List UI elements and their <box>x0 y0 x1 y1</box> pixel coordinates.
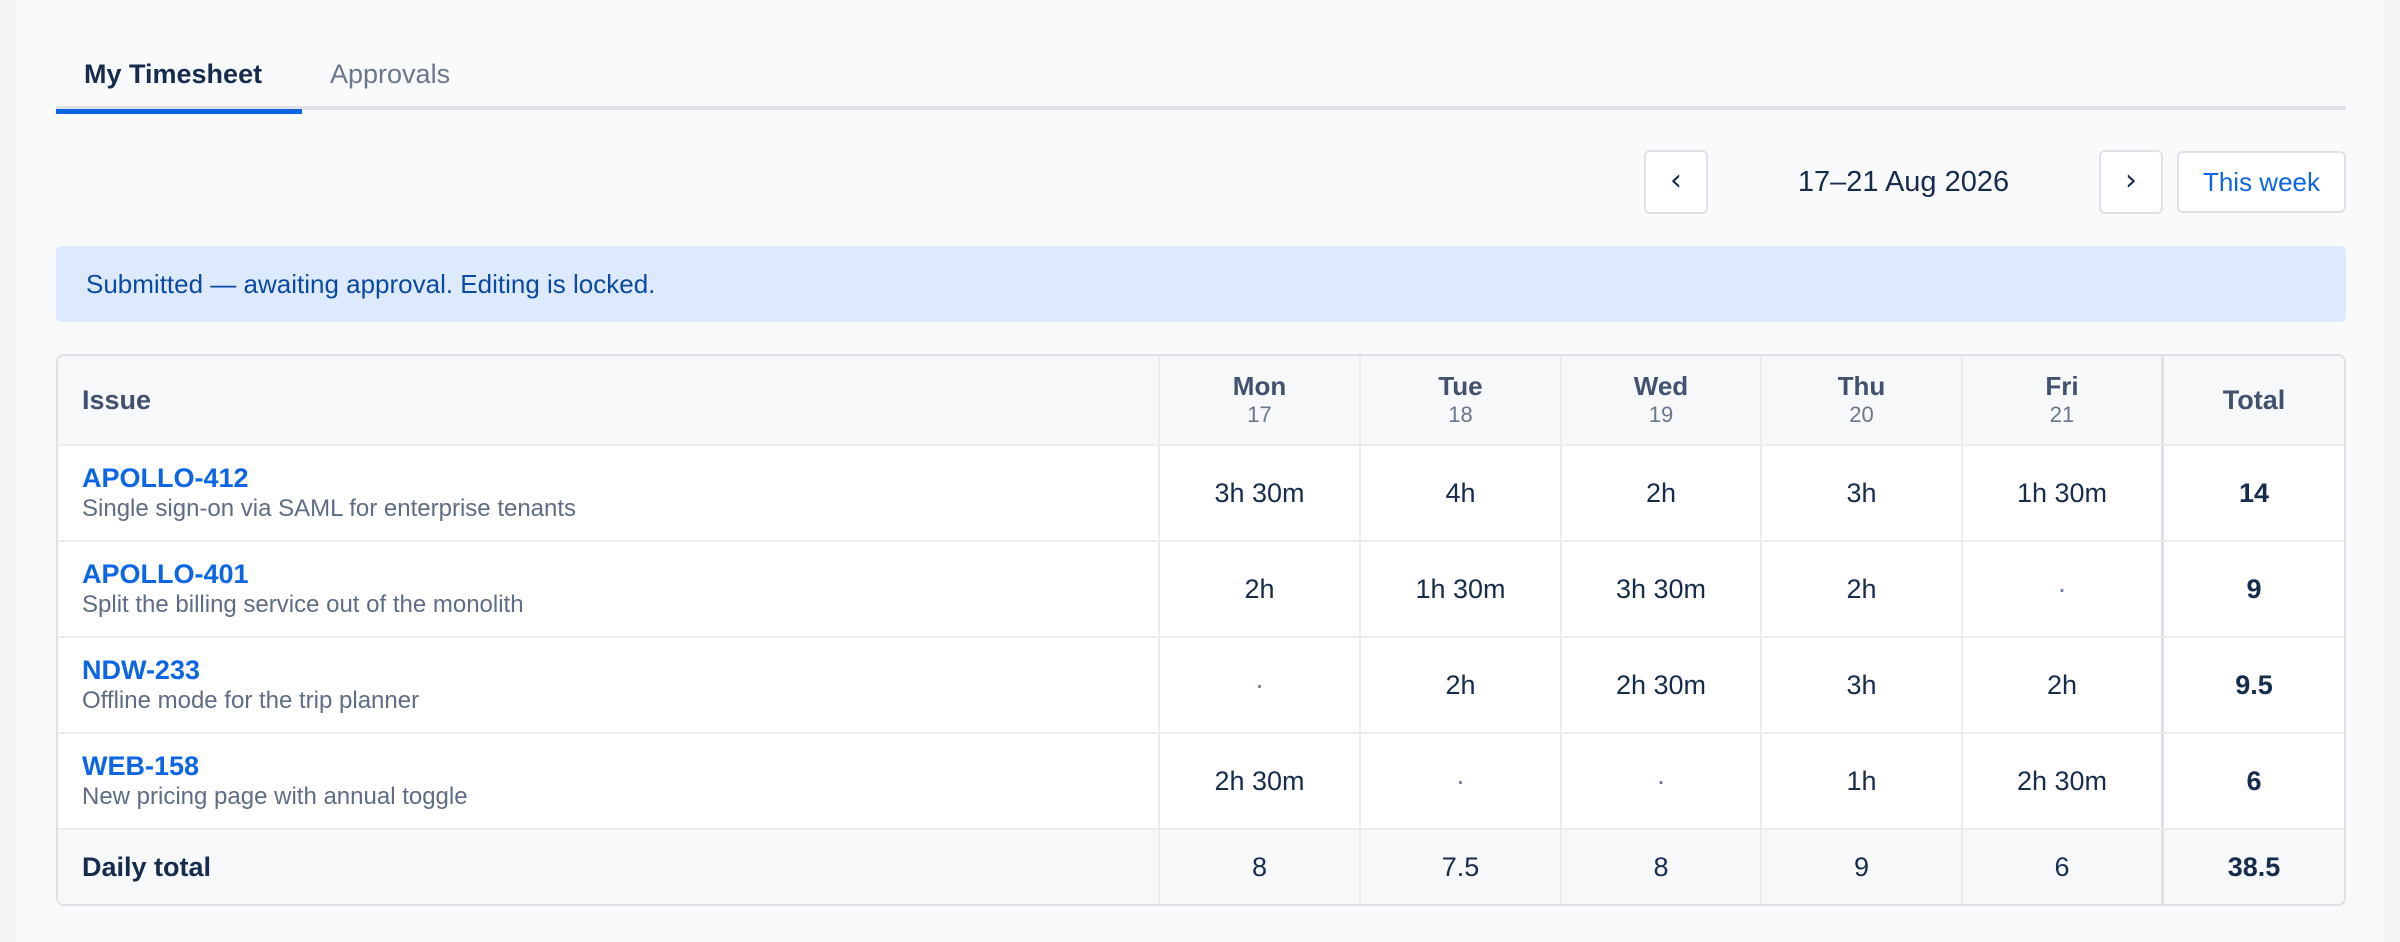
hours-cell-thu: 3h <box>1760 446 1961 540</box>
day-header-tue: Tue 18 <box>1359 356 1560 444</box>
grand-total: 38.5 <box>2161 830 2344 904</box>
day-date: 20 <box>1849 402 1874 427</box>
chevron-left-icon: ‹ <box>1670 163 1682 198</box>
day-header-thu: Thu 20 <box>1760 356 1961 444</box>
hours-cell-mon: 2h 30m <box>1158 734 1359 828</box>
hours-cell-tue: 2h <box>1359 638 1560 732</box>
hours-cell-tue: 4h <box>1359 446 1560 540</box>
issue-title: Single sign-on via SAML for enterprise t… <box>82 495 577 522</box>
row-total: 6 <box>2161 734 2344 828</box>
daily-total-mon: 8 <box>1158 830 1359 904</box>
daily-total-thu: 9 <box>1760 830 1961 904</box>
hours-cell-tue: · <box>1359 734 1560 828</box>
issue-key-link[interactable]: APOLLO-401 <box>82 558 1142 590</box>
day-header-wed: Wed 19 <box>1560 356 1760 444</box>
day-name: Wed <box>1633 371 1689 401</box>
week-range-label: 17–21 Aug 2026 <box>1797 166 2010 198</box>
next-week-button[interactable]: › <box>2099 150 2163 214</box>
table-row: WEB-158 New pricing page with annual tog… <box>58 734 2344 830</box>
day-name: Fri <box>2045 371 2079 401</box>
day-name: Tue <box>1438 371 1483 401</box>
issue-title: Split the billing service out of the mon… <box>82 591 524 618</box>
row-total: 9.5 <box>2161 638 2344 732</box>
hours-cell-thu: 3h <box>1760 638 1961 732</box>
this-week-button[interactable]: This week <box>2177 151 2346 213</box>
tab-approvals[interactable]: Approvals <box>302 46 478 110</box>
hours-cell-fri: · <box>1961 542 2161 636</box>
hours-cell-wed: 3h 30m <box>1560 542 1760 636</box>
hours-cell-fri: 2h 30m <box>1961 734 2161 828</box>
day-date: 21 <box>2049 402 2075 427</box>
table-row: NDW-233 Offline mode for the trip planne… <box>58 638 2344 734</box>
day-name: Mon <box>1232 371 1287 401</box>
tab-my-timesheet[interactable]: My Timesheet <box>56 46 302 114</box>
issue-key-link[interactable]: WEB-158 <box>82 750 1142 782</box>
chevron-right-icon: › <box>2125 163 2137 198</box>
hours-cell-mon: 2h <box>1158 542 1359 636</box>
row-total: 14 <box>2161 446 2344 540</box>
hours-cell-wed: · <box>1560 734 1760 828</box>
day-date: 18 <box>1448 402 1473 427</box>
issue-cell: NDW-233 Offline mode for the trip planne… <box>82 638 1142 732</box>
day-date: 17 <box>1247 402 1272 427</box>
issue-title: New pricing page with annual toggle <box>82 783 468 810</box>
issue-cell: APOLLO-412 Single sign-on via SAML for e… <box>82 446 1142 540</box>
issue-title: Offline mode for the trip planner <box>82 687 420 714</box>
daily-total-fri: 6 <box>1961 830 2161 904</box>
issue-key-link[interactable]: NDW-233 <box>82 654 1142 686</box>
day-name: Thu <box>1837 371 1886 401</box>
hours-cell-fri: 1h 30m <box>1961 446 2161 540</box>
hours-cell-thu: 2h <box>1760 542 1961 636</box>
timesheet-table: Issue Mon 17 Tue 18 Wed 19 Thu 20 Fri 21… <box>56 354 2346 906</box>
hours-cell-tue: 1h 30m <box>1359 542 1560 636</box>
status-banner: Submitted — awaiting approval. Editing i… <box>56 246 2346 322</box>
page: My Timesheet Approvals ‹ 17–21 Aug 2026 … <box>16 0 2384 942</box>
daily-total-wed: 8 <box>1560 830 1760 904</box>
daily-total-label: Daily total <box>82 851 212 882</box>
table-row: APOLLO-412 Single sign-on via SAML for e… <box>58 446 2344 542</box>
previous-week-button[interactable]: ‹ <box>1644 150 1708 214</box>
hours-cell-wed: 2h 30m <box>1560 638 1760 732</box>
daily-total-tue: 7.5 <box>1359 830 1560 904</box>
issue-cell: WEB-158 New pricing page with annual tog… <box>82 734 1142 828</box>
hours-cell-mon: 3h 30m <box>1158 446 1359 540</box>
row-total: 9 <box>2161 542 2344 636</box>
day-header-mon: Mon 17 <box>1158 356 1359 444</box>
hours-cell-fri: 2h <box>1961 638 2161 732</box>
hours-cell-thu: 1h <box>1760 734 1961 828</box>
hours-cell-wed: 2h <box>1560 446 1760 540</box>
day-date: 19 <box>1648 402 1674 427</box>
tab-bar: My Timesheet Approvals <box>56 46 2346 114</box>
issue-column-header: Issue <box>82 384 152 415</box>
table-row: APOLLO-401 Split the billing service out… <box>58 542 2344 638</box>
day-header-fri: Fri 21 <box>1961 356 2161 444</box>
daily-total-row: Daily total 8 7.5 8 9 6 38.5 <box>58 830 2344 904</box>
total-column-header: Total <box>2161 356 2344 444</box>
issue-cell: APOLLO-401 Split the billing service out… <box>82 542 1142 636</box>
hours-cell-mon: · <box>1158 638 1359 732</box>
table-header-row: Issue Mon 17 Tue 18 Wed 19 Thu 20 Fri 21… <box>58 356 2344 446</box>
issue-key-link[interactable]: APOLLO-412 <box>82 462 1142 494</box>
